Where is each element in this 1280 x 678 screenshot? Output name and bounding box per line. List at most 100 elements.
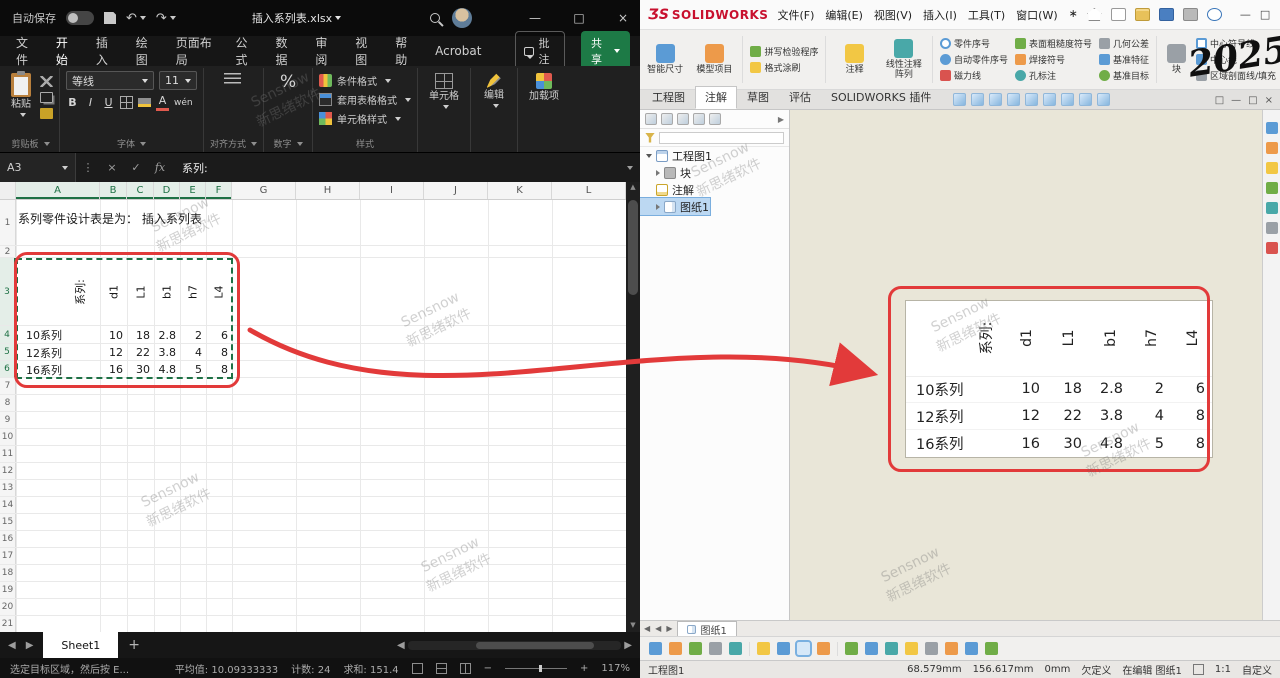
row-header[interactable]: 10	[0, 429, 16, 445]
font-color-icon[interactable]: A	[156, 94, 169, 111]
number-format-button[interactable]: %	[277, 71, 299, 93]
spline-tool[interactable]	[777, 642, 790, 655]
view-palette-icon[interactable]	[1266, 182, 1278, 194]
geometric-tolerance-button[interactable]: 几何公差	[1099, 37, 1149, 50]
add-sheet-button[interactable]: +	[128, 637, 140, 653]
blocks-button[interactable]: 块	[1164, 33, 1189, 86]
row-header[interactable]: 13	[0, 480, 16, 496]
alignment-button[interactable]	[221, 71, 244, 88]
borders-icon[interactable]	[120, 96, 133, 109]
spreadsheet-grid[interactable]: A B C D E F G H I J K L 1 2 3 4 5 6 7 8 …	[0, 182, 640, 632]
column-header-c[interactable]: C	[127, 182, 154, 199]
datum-target-button[interactable]: 基准目标	[1099, 69, 1149, 82]
appearances-icon[interactable]	[1266, 202, 1278, 214]
grid-toggle-icon[interactable]	[1193, 664, 1204, 675]
previous-view-icon[interactable]	[989, 93, 1002, 106]
panel-expand-icon[interactable]: ▶	[778, 115, 784, 124]
autosave-toggle[interactable]	[66, 11, 94, 25]
center-mark-button[interactable]: 中心符号线	[1196, 37, 1276, 50]
view-orientation-tool[interactable]	[649, 642, 662, 655]
row-header[interactable]: 1	[0, 200, 16, 245]
zoom-in-icon[interactable]: +	[580, 663, 588, 674]
scroll-up-icon[interactable]: ▲	[630, 183, 635, 191]
forum-icon[interactable]	[1266, 242, 1278, 254]
home-icon[interactable]	[1087, 8, 1102, 21]
bold-button[interactable]: B	[66, 96, 79, 110]
save-icon-sw[interactable]	[1159, 8, 1174, 21]
new-document-icon[interactable]	[1111, 8, 1126, 21]
sw-menu-window[interactable]: 窗口(W)	[1016, 7, 1057, 23]
dimxpert-tab-icon[interactable]	[693, 113, 705, 125]
tab-evaluate[interactable]: 评估	[779, 86, 821, 109]
format-painter-icon[interactable]	[40, 108, 53, 119]
configuration-tab-icon[interactable]	[677, 113, 689, 125]
format-painter-button[interactable]: 格式涂刷	[750, 61, 818, 74]
tree-item-blocks[interactable]: 块	[640, 164, 789, 181]
filter-input[interactable]	[659, 132, 784, 144]
balloon-button[interactable]: 零件序号	[940, 37, 1008, 50]
prev-sheet-icon-sw[interactable]: ◀	[655, 624, 662, 633]
cell-styles-button[interactable]: 单元格样式	[319, 109, 401, 128]
insert-function-icon[interactable]: fx	[148, 161, 172, 174]
tab-annotation[interactable]: 注解	[695, 86, 737, 109]
normal-view-icon[interactable]	[412, 663, 423, 674]
row-header[interactable]: 12	[0, 463, 16, 479]
column-header-f[interactable]: F	[206, 182, 232, 199]
annotation-tool[interactable]	[965, 642, 978, 655]
font-size-select[interactable]: 11	[159, 71, 197, 90]
zoom-level[interactable]: 117%	[601, 663, 630, 674]
row-header[interactable]: 18	[0, 565, 16, 581]
user-avatar[interactable]	[452, 8, 472, 28]
prev-sheet-icon[interactable]: ◀	[8, 640, 16, 651]
measure-tool[interactable]	[985, 642, 998, 655]
spell-checker-button[interactable]: 拼写检验程序	[750, 45, 818, 58]
page-layout-view-icon[interactable]	[436, 663, 447, 674]
paste-button[interactable]: 粘贴	[8, 71, 34, 119]
hscroll-thumb[interactable]	[476, 642, 593, 649]
formula-expand-icon[interactable]	[616, 161, 640, 174]
sw-maximize-button[interactable]: □	[1260, 0, 1270, 30]
trim-tool[interactable]	[817, 642, 830, 655]
status-scale[interactable]: 1:1	[1215, 664, 1231, 675]
horizontal-scrollbar[interactable]: ◀ ▶	[397, 640, 632, 651]
scroll-down-icon[interactable]: ▼	[626, 620, 640, 630]
model-items-button[interactable]: 模型项目	[693, 33, 735, 86]
line-tool[interactable]	[709, 642, 722, 655]
move-tool[interactable]	[925, 642, 938, 655]
hscroll-right-icon[interactable]: ▶	[624, 640, 632, 651]
zoom-knob[interactable]	[539, 665, 542, 672]
auto-balloon-button[interactable]: 自动零件序号	[940, 53, 1008, 66]
column-header-a[interactable]: A	[16, 182, 100, 199]
view-orientation-icon[interactable]	[1025, 93, 1038, 106]
file-explorer-icon[interactable]	[1266, 162, 1278, 174]
mirror-tool[interactable]	[885, 642, 898, 655]
cancel-entry-icon[interactable]: ×	[100, 161, 124, 174]
help-icon[interactable]	[1207, 8, 1222, 21]
column-header-i[interactable]: I	[360, 182, 424, 199]
copy-icon[interactable]	[40, 92, 53, 103]
column-header-h[interactable]: H	[296, 182, 360, 199]
sketch-tool[interactable]	[669, 642, 682, 655]
expand-icon[interactable]	[656, 204, 660, 210]
sheet-tab-sheet1-sw[interactable]: 图纸1	[677, 621, 736, 636]
row-header[interactable]: 19	[0, 582, 16, 598]
pin-menu-icon[interactable]: ∗	[1069, 7, 1078, 23]
row-header[interactable]: 7	[0, 378, 16, 394]
comments-button[interactable]: 批注	[515, 31, 565, 71]
conditional-format-button[interactable]: 条件格式	[319, 71, 391, 90]
display-manager-tab-icon[interactable]	[709, 113, 721, 125]
row-header[interactable]: 4	[0, 326, 16, 343]
section-view-icon[interactable]	[1007, 93, 1020, 106]
edit-appearance-icon[interactable]	[1079, 93, 1092, 106]
first-sheet-icon[interactable]: ◀	[644, 624, 651, 633]
scrollbar-thumb[interactable]	[628, 200, 638, 295]
sw-menu-edit[interactable]: 编辑(E)	[825, 7, 863, 23]
task-home-icon[interactable]	[1266, 122, 1278, 134]
status-units[interactable]: 自定义	[1242, 662, 1272, 677]
underline-button[interactable]: U	[102, 96, 115, 110]
row-header[interactable]: 16	[0, 531, 16, 547]
column-header-b[interactable]: B	[100, 182, 127, 199]
row-header[interactable]: 3	[0, 258, 16, 325]
pattern-tool[interactable]	[905, 642, 918, 655]
area-hatch-button[interactable]: 区域剖面线/填充	[1196, 69, 1276, 82]
